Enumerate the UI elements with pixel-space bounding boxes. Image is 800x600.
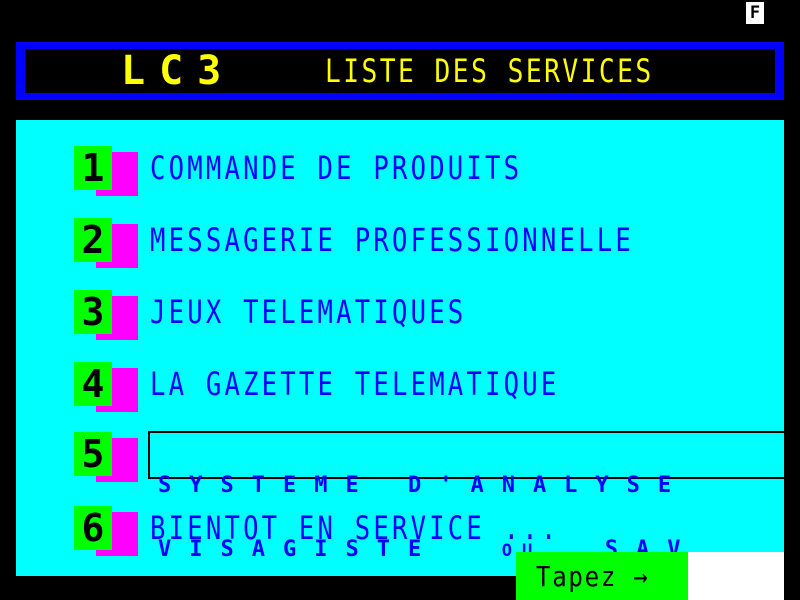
right-border <box>784 100 800 600</box>
page-title: LISTE DES SERVICES <box>325 52 654 90</box>
menu-item-label[interactable]: MESSAGERIE PROFESSIONNELLE <box>150 220 634 260</box>
menu-item-gazette[interactable]: 4 LA GAZETTE TELEMATIQUE <box>16 362 784 422</box>
prompt-label: Tapez → <box>536 560 650 593</box>
services-panel: 1 COMMANDE DE PRODUITS 2 MESSAGERIE PROF… <box>16 120 792 576</box>
header-frame: LC3 LISTE DES SERVICES <box>16 42 784 100</box>
header-bar: LC3 LISTE DES SERVICES <box>25 49 775 93</box>
minitel-screen: F LC3 LISTE DES SERVICES 1 COMMANDE DE P… <box>0 0 800 600</box>
choice-input[interactable] <box>688 552 784 600</box>
status-indicator: F <box>746 2 764 24</box>
menu-item-label[interactable]: JEUX TELEMATIQUES <box>150 292 466 332</box>
menu-item-analyse-visagiste[interactable]: 5 SYSTEME D'ANALYSE VISAGISTE OU SAV <box>16 431 792 561</box>
menu-item-label[interactable]: COMMANDE DE PRODUITS <box>150 148 522 188</box>
menu-item-label[interactable]: BIENTOT EN SERVICE ... <box>150 508 559 548</box>
menu-item-commande-produits[interactable]: 1 COMMANDE DE PRODUITS <box>16 146 784 206</box>
menu-item-boxed-label[interactable]: SYSTEME D'ANALYSE VISAGISTE OU SAV <box>148 431 792 561</box>
service-logo: LC3 <box>121 48 236 94</box>
menu-number[interactable]: 1 <box>74 146 112 190</box>
input-prompt: Tapez → <box>516 552 688 600</box>
menu-item-label[interactable]: LA GAZETTE TELEMATIQUE <box>150 364 559 404</box>
menu-number[interactable]: 3 <box>74 290 112 334</box>
menu-number[interactable]: 2 <box>74 218 112 262</box>
menu-item-label-line1: SYSTEME D'ANALYSE <box>158 475 690 497</box>
menu-number[interactable]: 5 <box>74 432 112 476</box>
menu-number[interactable]: 4 <box>74 362 112 406</box>
menu-number[interactable]: 6 <box>74 506 112 550</box>
menu-item-jeux[interactable]: 3 JEUX TELEMATIQUES <box>16 290 784 350</box>
menu-item-messagerie[interactable]: 2 MESSAGERIE PROFESSIONNELLE <box>16 218 784 278</box>
